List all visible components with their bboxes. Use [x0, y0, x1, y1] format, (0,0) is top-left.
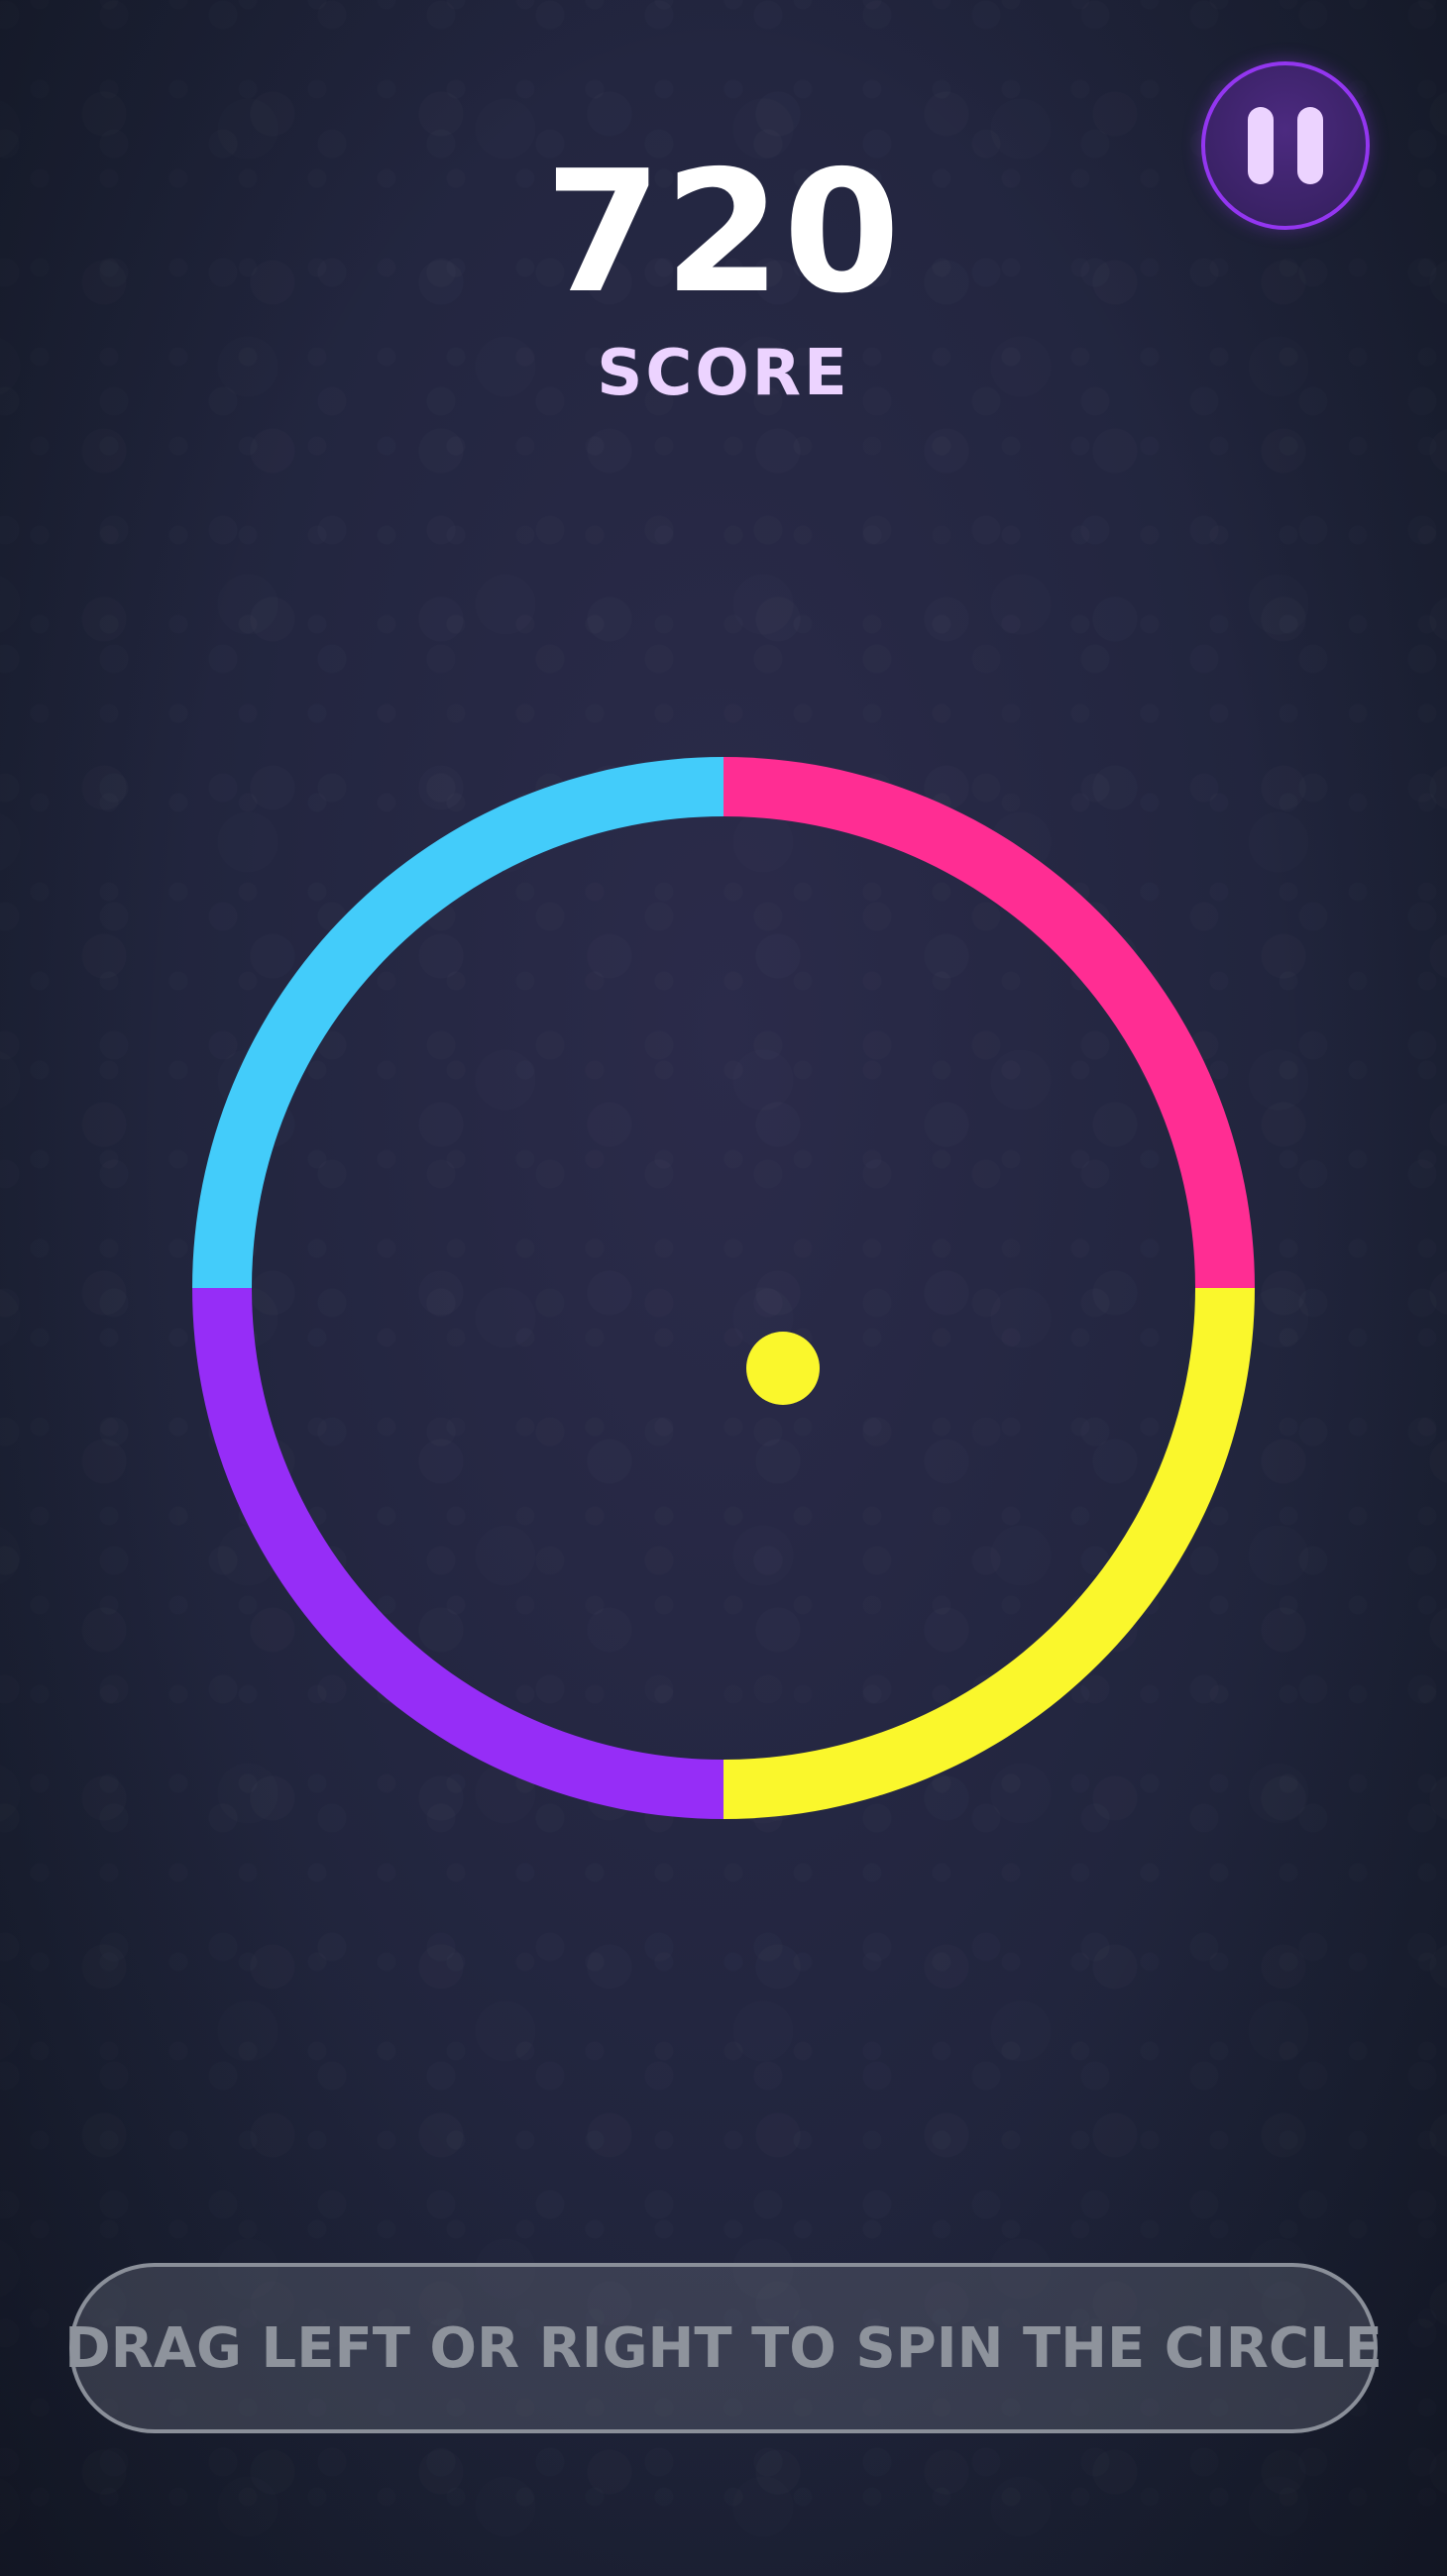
ring-segment-top-left: [192, 757, 724, 1288]
hint-banner: DRAG LEFT OR RIGHT TO SPIN THE CIRCLE: [64, 2263, 1383, 2433]
hint-text: DRAG LEFT OR RIGHT TO SPIN THE CIRCLE: [64, 2315, 1383, 2381]
color-ring[interactable]: [0, 0, 1447, 2576]
ball: [746, 1332, 820, 1405]
ring-segment-top-right: [724, 757, 1255, 1288]
ring-segment-bottom-left: [192, 1288, 724, 1819]
